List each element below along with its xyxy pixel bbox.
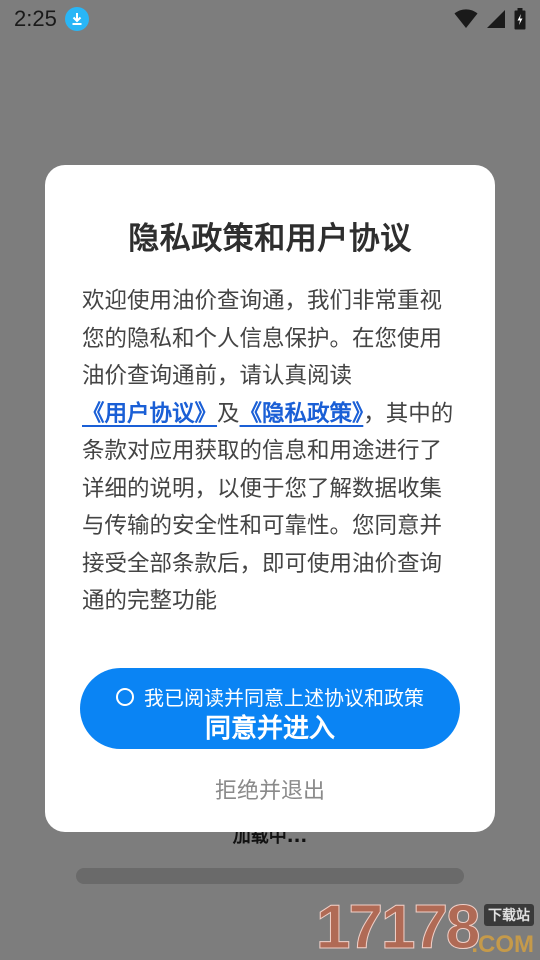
watermark-number: 17178 bbox=[315, 893, 480, 960]
dialog-body: 欢迎使用油价查询通，我们非常重视您的隐私和个人信息保护。在您使用油价查询通前，请… bbox=[82, 283, 462, 621]
dialog-title: 隐私政策和用户协议 bbox=[128, 221, 412, 257]
consent-label: 我已阅读并同意上述协议和政策 bbox=[144, 686, 424, 710]
status-time: 2:25 bbox=[14, 6, 57, 31]
loading-progress-bar bbox=[76, 868, 464, 884]
agree-button[interactable]: 我已阅读并同意上述协议和政策 同意并进入 bbox=[80, 668, 460, 749]
body-rest: ，其中的条款对应用获取的信息和用途进行了详细的说明，以便于您了解数据收集与传输的… bbox=[82, 400, 454, 615]
radio-unchecked-icon[interactable] bbox=[116, 687, 134, 706]
status-bar: 2:25 bbox=[0, 0, 540, 38]
wifi-icon bbox=[454, 9, 478, 28]
user-agreement-link[interactable]: 《用户协议》 bbox=[82, 401, 217, 427]
battery-icon bbox=[514, 8, 526, 30]
consent-checkbox[interactable]: 我已阅读并同意上述协议和政策 bbox=[80, 682, 460, 711]
agree-button-label: 同意并进入 bbox=[204, 714, 335, 744]
body-intro: 欢迎使用油价查询通，我们非常重视您的隐私和个人信息保护。在您使用油价查询通前，请… bbox=[82, 288, 443, 389]
watermark-badge: 下载站 bbox=[484, 904, 534, 926]
download-icon bbox=[64, 7, 89, 31]
reject-button[interactable]: 拒绝并退出 bbox=[45, 773, 495, 805]
watermark-logo: 17178 下载站 .COM bbox=[315, 893, 540, 960]
privacy-dialog: 隐私政策和用户协议 欢迎使用油价查询通，我们非常重视您的隐私和个人信息保护。在您… bbox=[45, 165, 495, 832]
watermark-domain: .COM bbox=[471, 931, 534, 958]
status-icons bbox=[454, 8, 526, 30]
cellular-signal-icon bbox=[487, 10, 505, 28]
body-conjunction: 及 bbox=[217, 400, 240, 427]
privacy-policy-link[interactable]: 《隐私政策》 bbox=[240, 401, 364, 427]
